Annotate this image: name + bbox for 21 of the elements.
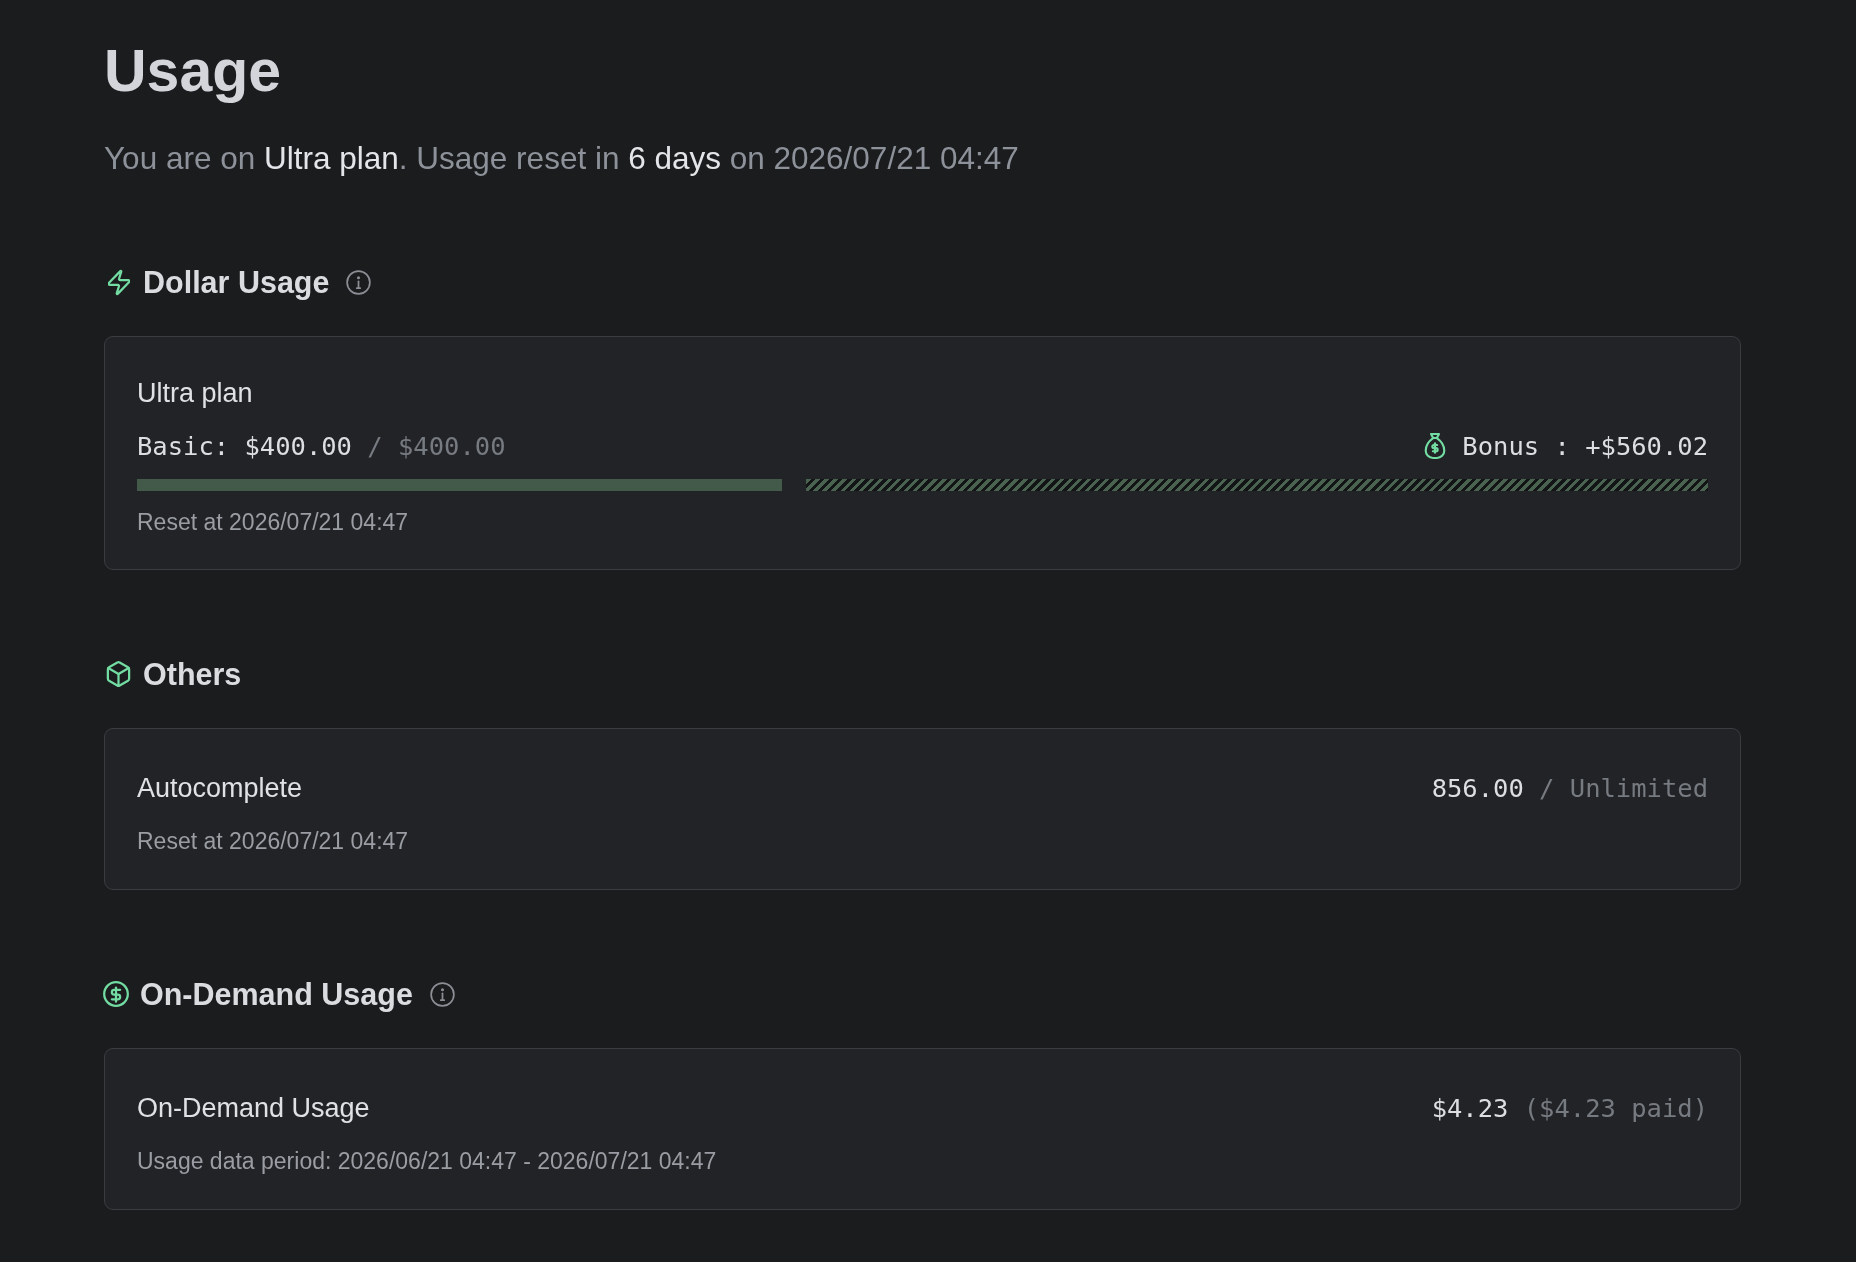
- plan-summary-text: You are on Ultra plan. Usage reset in 6 days on 2026/07/21 04:47: [104, 139, 1020, 178]
- usage-item-name: On-Demand Usage: [137, 1092, 370, 1125]
- money-bag-icon: [1424, 433, 1447, 459]
- info-icon[interactable]: [346, 269, 372, 295]
- bonus-text: Bonus : +$560.02: [1462, 430, 1708, 463]
- section-heading: On-Demand Usage: [140, 976, 413, 1014]
- page-title: Usage: [104, 37, 283, 106]
- usage-amount-text: $4.23 ($4.23 paid): [1431, 1092, 1708, 1125]
- lightning-bolt-icon: [108, 268, 130, 296]
- card-note: Reset at 2026/07/21 04:47: [137, 827, 410, 856]
- section-heading: Others: [143, 656, 242, 693]
- dollar-circle-icon: [103, 981, 129, 1007]
- section-heading: Dollar Usage: [143, 264, 330, 302]
- card-note: Usage data period: 2026/06/21 04:47 - 2026/07/21 04:47: [137, 1147, 718, 1176]
- basic-usage-text: Basic: $400.00 / $400.00: [137, 430, 506, 463]
- info-icon[interactable]: [429, 981, 455, 1007]
- plan-name: Ultra plan: [137, 377, 254, 410]
- usage-item-name: Autocomplete: [137, 772, 303, 805]
- usage-amount-text: 856.00 / Unlimited: [1431, 772, 1708, 805]
- card-note: Reset at 2026/07/21 04:47: [137, 508, 410, 537]
- cube-icon: [106, 661, 131, 687]
